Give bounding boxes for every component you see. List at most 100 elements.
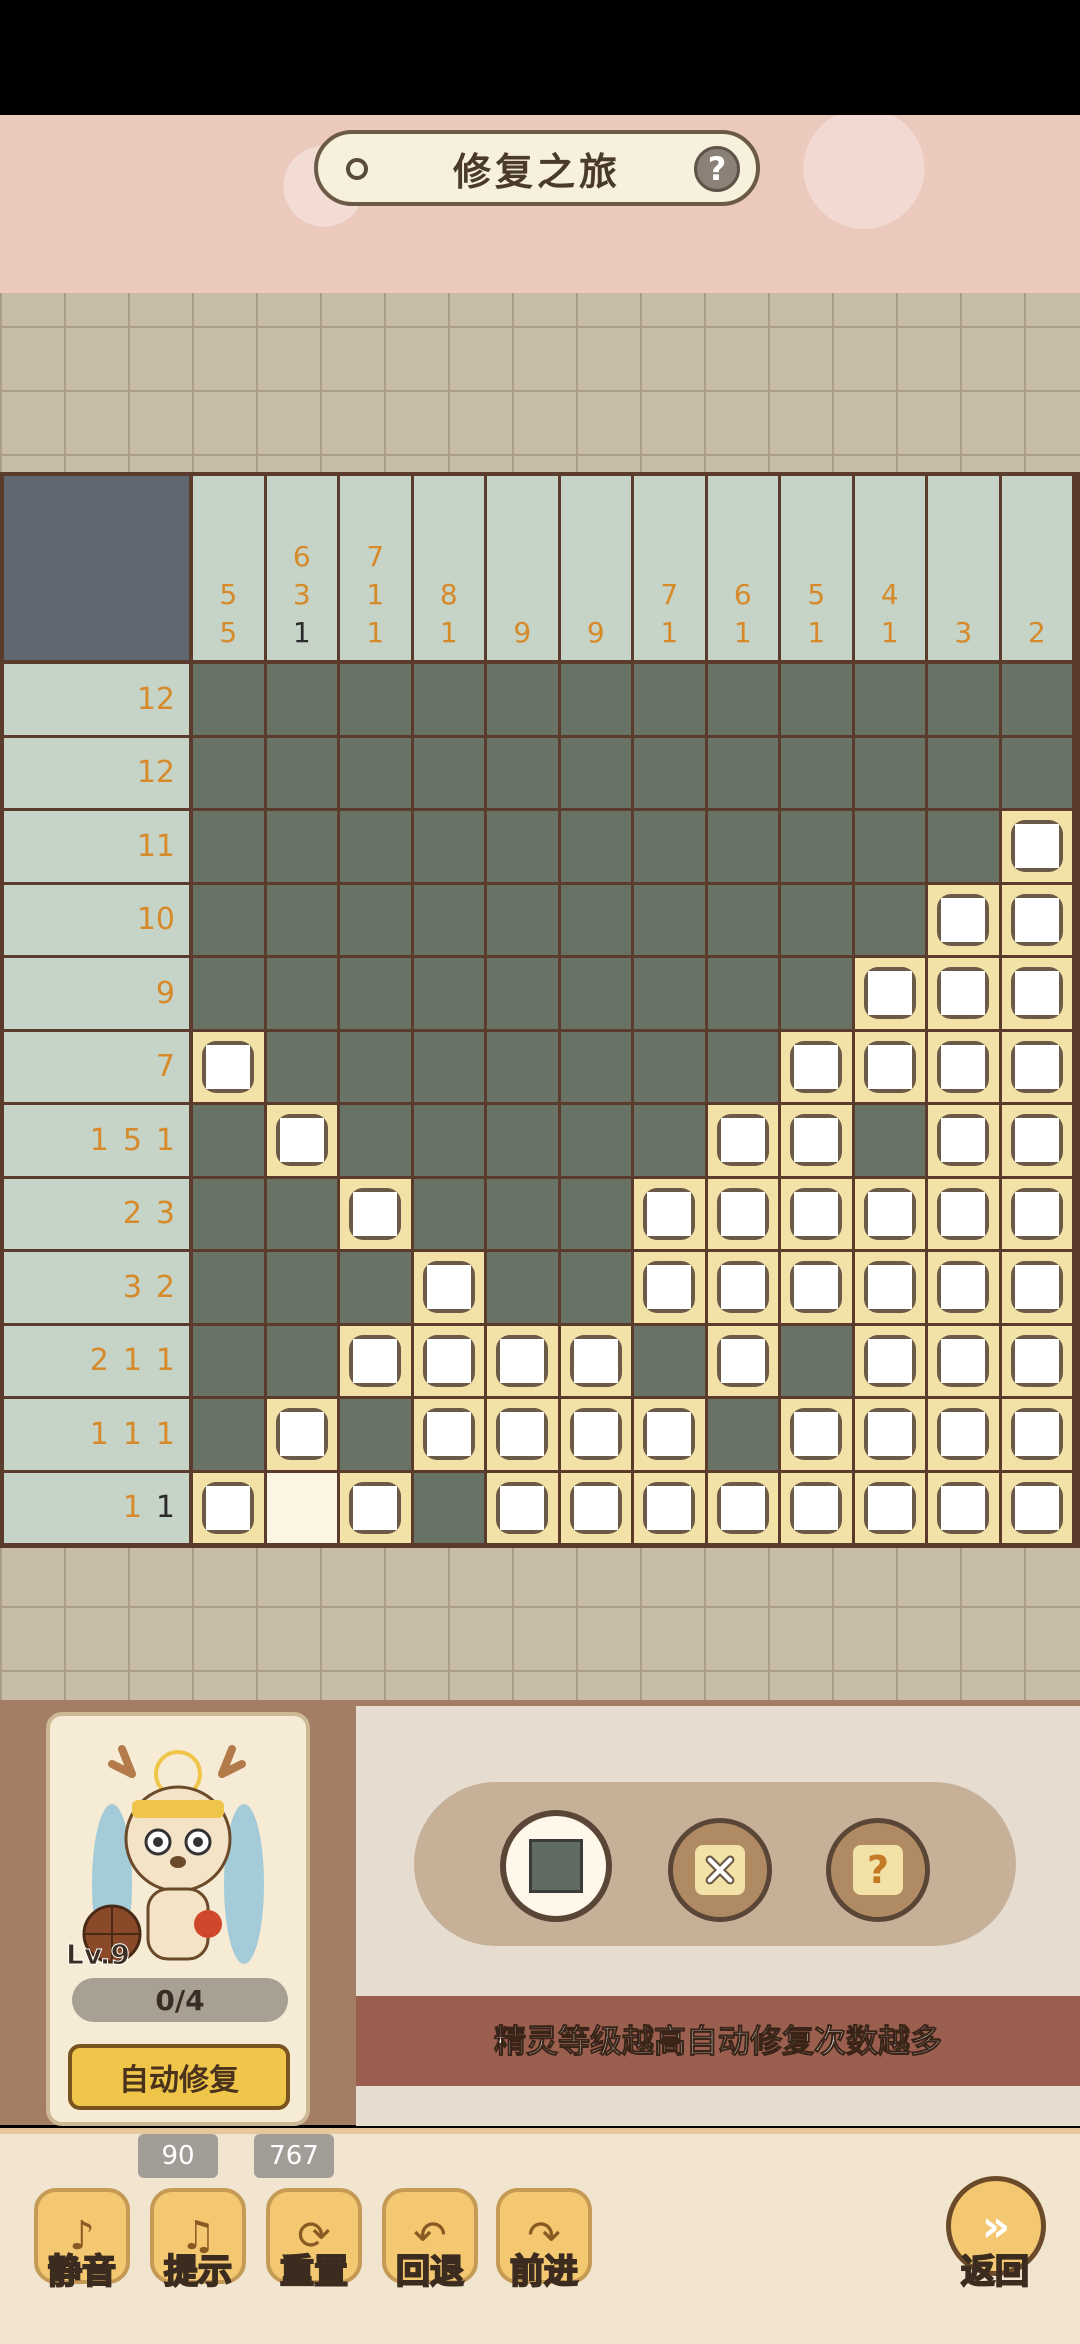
- grid-cell-filled[interactable]: [928, 664, 999, 735]
- grid-cell-filled[interactable]: [634, 811, 705, 882]
- grid-cell-filled[interactable]: [781, 811, 852, 882]
- grid-cell-filled[interactable]: [560, 1031, 631, 1102]
- grid-cell-filled[interactable]: [340, 1252, 411, 1323]
- grid-cell-filled[interactable]: [193, 811, 264, 882]
- grid-cell-crossed[interactable]: [707, 1178, 778, 1249]
- grid-cell-filled[interactable]: [854, 811, 925, 882]
- grid-cell-crossed[interactable]: [854, 1325, 925, 1396]
- grid-cell-filled[interactable]: [634, 737, 705, 808]
- grid-cell-crossed[interactable]: [340, 1178, 411, 1249]
- grid-cell-filled[interactable]: [634, 1031, 705, 1102]
- grid-cell-crossed[interactable]: [340, 1325, 411, 1396]
- grid-cell-filled[interactable]: [193, 737, 264, 808]
- grid-cell-filled[interactable]: [634, 1325, 705, 1396]
- grid-cell-crossed[interactable]: [487, 1325, 558, 1396]
- grid-cell-crossed[interactable]: [266, 1105, 337, 1176]
- grid-cell-filled[interactable]: [193, 1105, 264, 1176]
- grid-cell-filled[interactable]: [487, 1252, 558, 1323]
- grid-cell-filled[interactable]: [340, 737, 411, 808]
- grid-cell-filled[interactable]: [413, 958, 484, 1029]
- grid-cell-filled[interactable]: [266, 884, 337, 955]
- grid-cell-filled[interactable]: [266, 958, 337, 1029]
- grid-cell-filled[interactable]: [781, 737, 852, 808]
- grid-cell-filled[interactable]: [634, 884, 705, 955]
- grid-cell-crossed[interactable]: [781, 1105, 852, 1176]
- grid-cell-filled[interactable]: [854, 737, 925, 808]
- grid-cell-crossed[interactable]: [634, 1178, 705, 1249]
- grid-cell-filled[interactable]: [266, 664, 337, 735]
- grid-cell-crossed[interactable]: [707, 1105, 778, 1176]
- grid-cell-crossed[interactable]: [1001, 1399, 1072, 1470]
- grid-cell-crossed[interactable]: [781, 1178, 852, 1249]
- cross-tool-button[interactable]: [668, 1818, 772, 1922]
- grid-cell-filled[interactable]: [634, 1105, 705, 1176]
- grid-cell-crossed[interactable]: [1001, 884, 1072, 955]
- grid-cell-filled[interactable]: [413, 811, 484, 882]
- grid-cell-filled[interactable]: [340, 811, 411, 882]
- grid-cell-filled[interactable]: [413, 664, 484, 735]
- grid-cell-filled[interactable]: [193, 884, 264, 955]
- grid-cell-crossed[interactable]: [413, 1252, 484, 1323]
- grid-cell-filled[interactable]: [340, 1399, 411, 1470]
- grid-cell-filled[interactable]: [707, 1031, 778, 1102]
- grid-cell-filled[interactable]: [854, 1105, 925, 1176]
- grid-cell-filled[interactable]: [707, 1399, 778, 1470]
- grid-cell-crossed[interactable]: [266, 1399, 337, 1470]
- grid-cell-filled[interactable]: [413, 1178, 484, 1249]
- grid-cell-filled[interactable]: [413, 1105, 484, 1176]
- grid-cell-crossed[interactable]: [854, 958, 925, 1029]
- grid-cell-filled[interactable]: [560, 1252, 631, 1323]
- grid-cell-filled[interactable]: [781, 958, 852, 1029]
- grid-cell-crossed[interactable]: [928, 1472, 999, 1543]
- grid-cell-crossed[interactable]: [928, 884, 999, 955]
- grid-cell-filled[interactable]: [193, 1399, 264, 1470]
- grid-cell-crossed[interactable]: [1001, 1325, 1072, 1396]
- grid-cell-crossed[interactable]: [634, 1252, 705, 1323]
- grid-cell-crossed[interactable]: [781, 1252, 852, 1323]
- grid-cell-filled[interactable]: [487, 884, 558, 955]
- grid-cell-filled[interactable]: [781, 1325, 852, 1396]
- grid-cell-filled[interactable]: [928, 811, 999, 882]
- grid-cell-crossed[interactable]: [560, 1472, 631, 1543]
- grid-cell-crossed[interactable]: [854, 1399, 925, 1470]
- grid-cell-empty[interactable]: [266, 1472, 337, 1543]
- grid-cell-crossed[interactable]: [928, 1252, 999, 1323]
- grid-cell-crossed[interactable]: [854, 1252, 925, 1323]
- grid-cell-crossed[interactable]: [854, 1472, 925, 1543]
- grid-cell-filled[interactable]: [193, 1178, 264, 1249]
- grid-cell-filled[interactable]: [266, 1252, 337, 1323]
- grid-cell-crossed[interactable]: [781, 1399, 852, 1470]
- grid-cell-filled[interactable]: [560, 884, 631, 955]
- grid-cell-filled[interactable]: [413, 1031, 484, 1102]
- grid-cell-crossed[interactable]: [634, 1472, 705, 1543]
- grid-cell-filled[interactable]: [634, 958, 705, 1029]
- grid-cell-crossed[interactable]: [928, 958, 999, 1029]
- grid-cell-filled[interactable]: [707, 664, 778, 735]
- grid-cell-crossed[interactable]: [193, 1031, 264, 1102]
- grid-cell-filled[interactable]: [781, 664, 852, 735]
- help-button[interactable]: ?: [694, 146, 740, 192]
- grid-cell-crossed[interactable]: [928, 1031, 999, 1102]
- grid-cell-crossed[interactable]: [1001, 1031, 1072, 1102]
- grid-cell-filled[interactable]: [413, 1472, 484, 1543]
- grid-cell-crossed[interactable]: [707, 1472, 778, 1543]
- grid-cell-filled[interactable]: [928, 737, 999, 808]
- grid-cell-filled[interactable]: [487, 958, 558, 1029]
- grid-cell-filled[interactable]: [340, 958, 411, 1029]
- grid-cell-filled[interactable]: [340, 664, 411, 735]
- grid-cell-crossed[interactable]: [1001, 811, 1072, 882]
- grid-cell-filled[interactable]: [1001, 737, 1072, 808]
- grid-cell-filled[interactable]: [781, 884, 852, 955]
- grid-cell-filled[interactable]: [266, 737, 337, 808]
- grid-cell-filled[interactable]: [487, 664, 558, 735]
- grid-cell-filled[interactable]: [854, 664, 925, 735]
- grid-cell-crossed[interactable]: [560, 1399, 631, 1470]
- unknown-tool-button[interactable]: ?: [826, 1818, 930, 1922]
- grid-cell-crossed[interactable]: [413, 1325, 484, 1396]
- grid-cell-filled[interactable]: [193, 664, 264, 735]
- grid-cell-filled[interactable]: [707, 737, 778, 808]
- grid-cell-filled[interactable]: [193, 1325, 264, 1396]
- grid-cell-filled[interactable]: [487, 1105, 558, 1176]
- grid-cell-crossed[interactable]: [560, 1325, 631, 1396]
- grid-cell-filled[interactable]: [266, 1178, 337, 1249]
